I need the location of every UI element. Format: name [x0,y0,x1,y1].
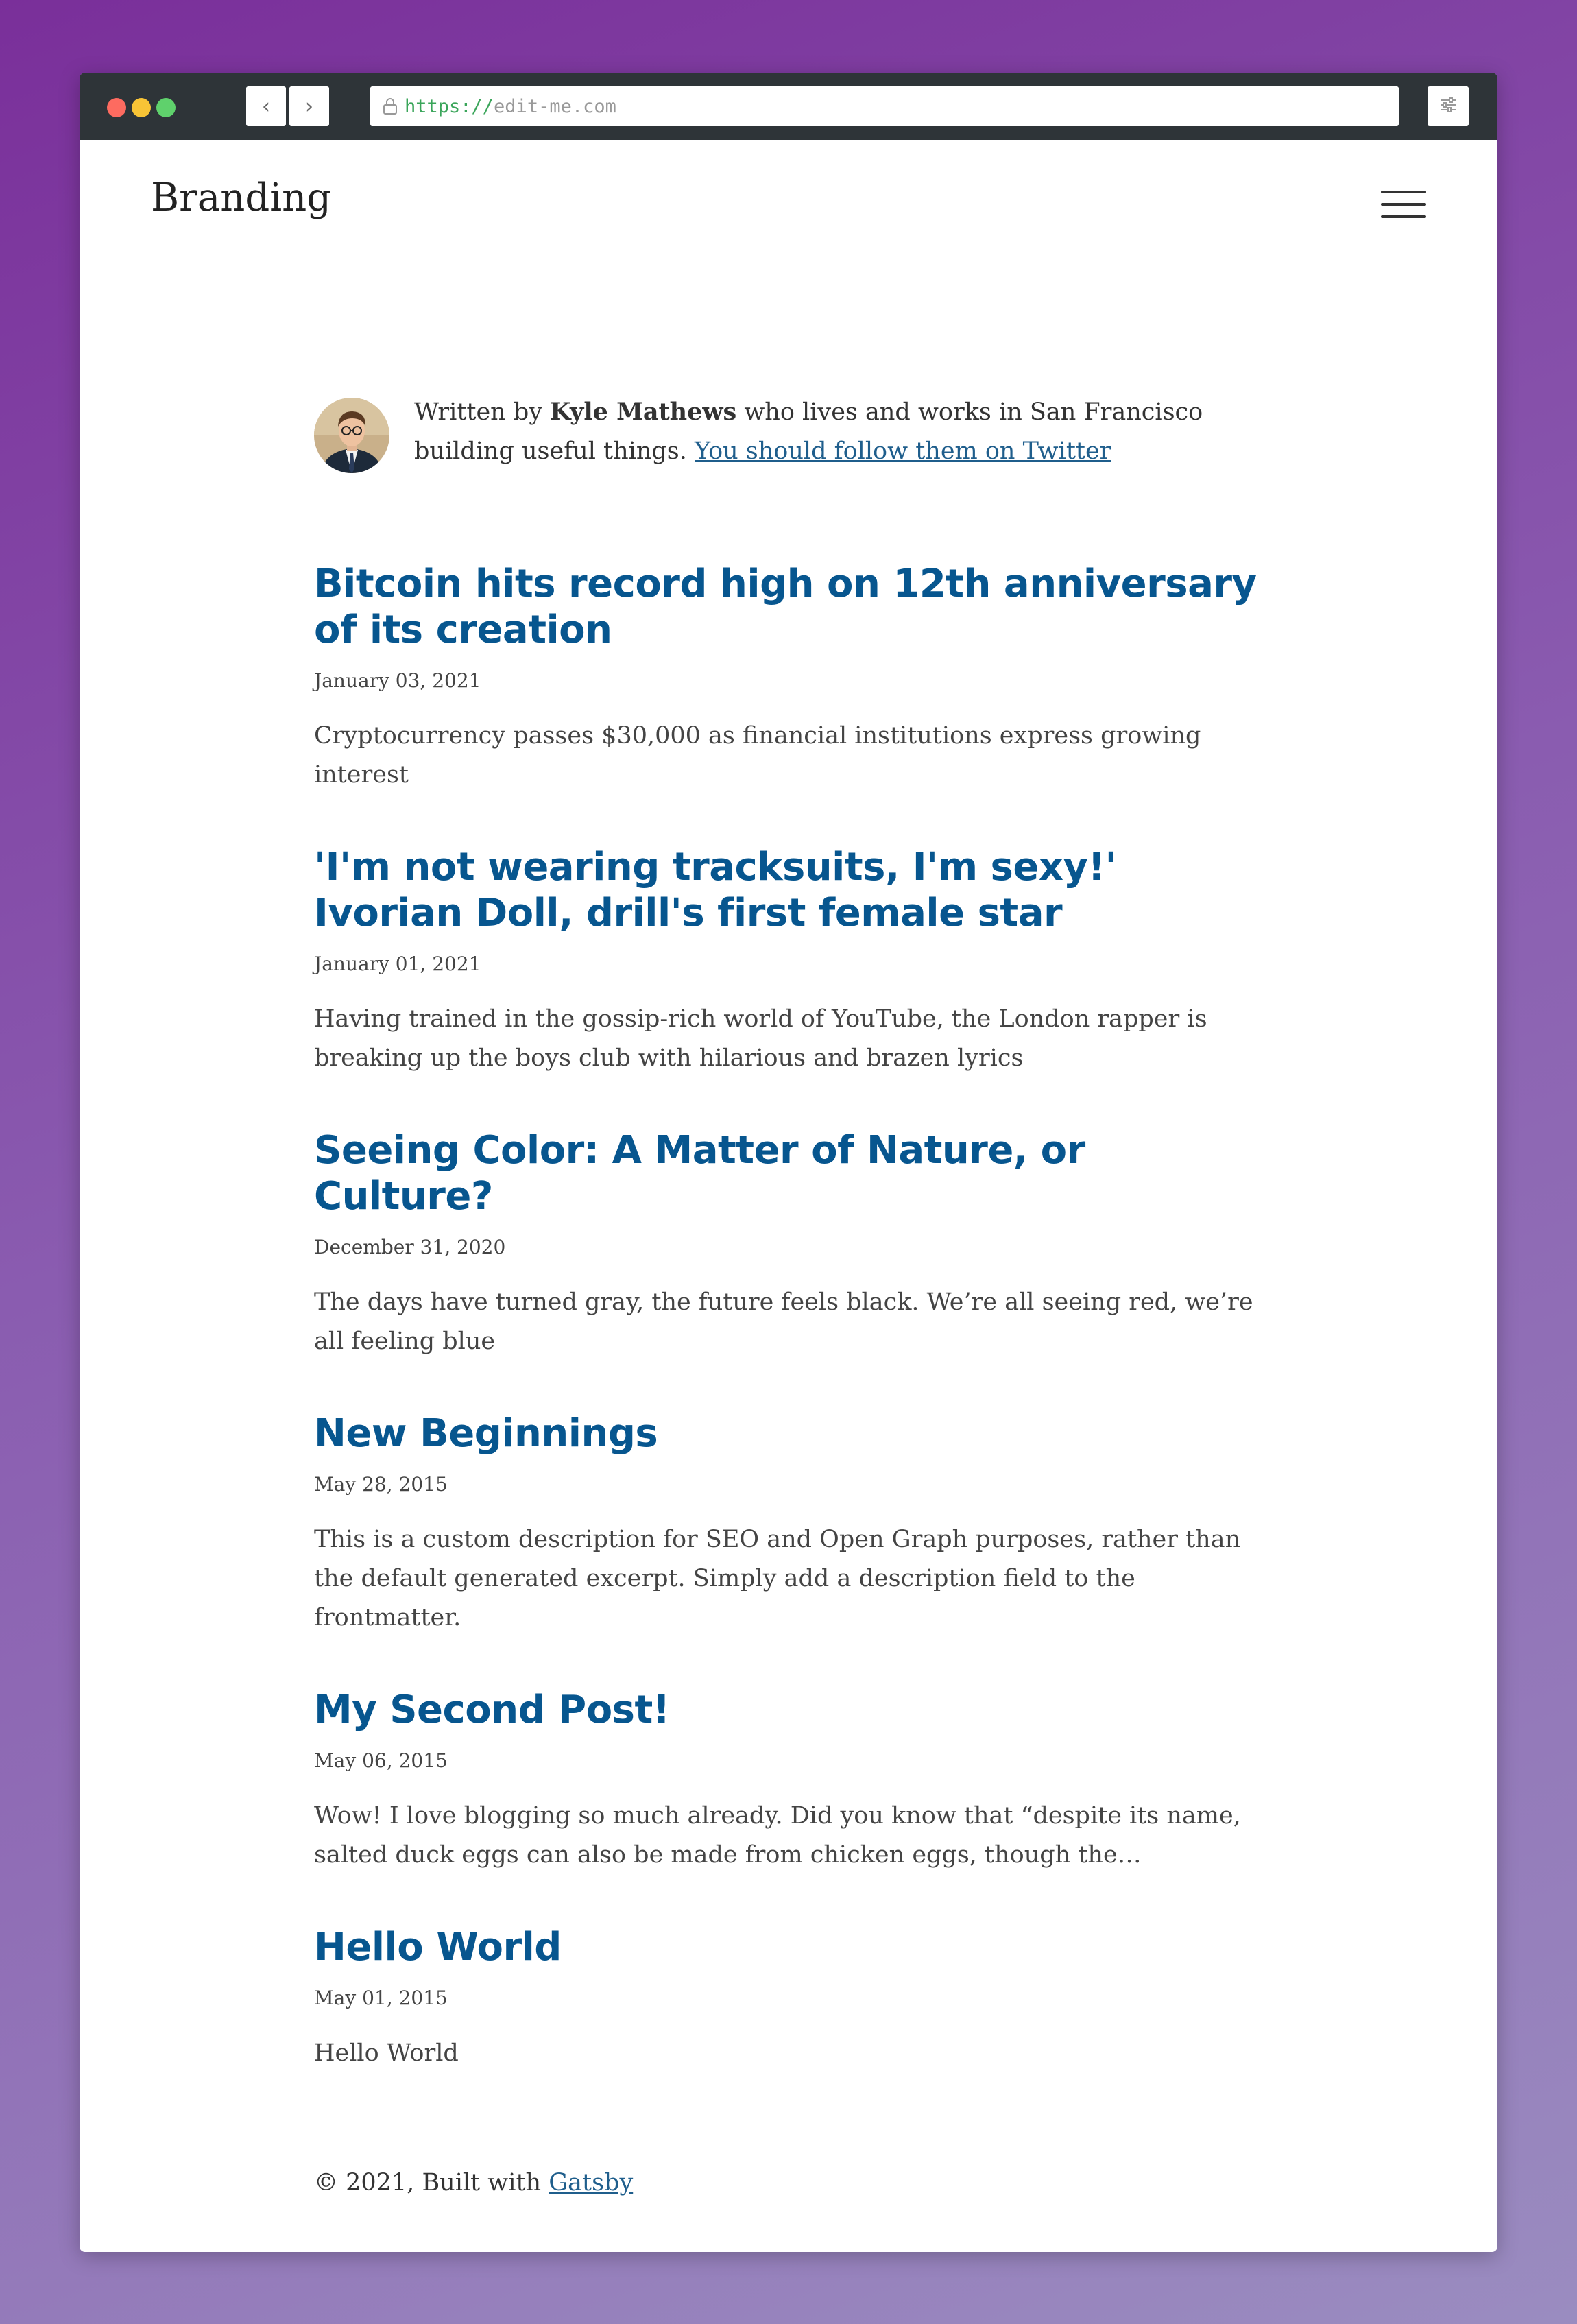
browser-window: ‹ › https://edit-me.com Branding Written… [80,73,1497,2252]
post-description: Having trained in the gossip-rich world … [314,1005,1207,1072]
browser-menu-button[interactable] [1428,86,1469,126]
site-header: Branding [80,140,1497,277]
hamburger-menu-icon[interactable] [1381,191,1426,219]
main-content: Written by Kyle Mathews who lives and wo… [314,392,1274,2196]
close-window-button[interactable] [107,98,126,117]
post-item: Seeing Color: A Matter of Nature, or Cul… [314,1127,1274,1361]
twitter-link[interactable]: You should follow them on Twitter [695,438,1111,465]
post-title-link[interactable]: My Second Post! [314,1687,1274,1733]
post-title-link[interactable]: 'I'm not wearing tracksuits, I'm sexy!' … [314,844,1274,936]
minimize-window-button[interactable] [132,98,151,117]
post-date: May 01, 2015 [314,1987,448,2009]
forward-button[interactable]: › [289,86,329,126]
browser-toolbar: ‹ › https://edit-me.com [80,73,1497,140]
post-title-link[interactable]: New Beginnings [314,1411,1274,1457]
post-description: Hello World [314,2039,459,2067]
post-item: 'I'm not wearing tracksuits, I'm sexy!' … [314,844,1274,1078]
post-date: December 31, 2020 [314,1236,506,1258]
lock-icon [380,96,400,117]
bio-prefix: Written by [414,398,551,426]
post-item: New Beginnings May 28, 2015 This is a cu… [314,1411,1274,1638]
post-item: Bitcoin hits record high on 12th anniver… [314,561,1274,795]
address-bar[interactable]: https://edit-me.com [370,86,1399,126]
settings-sliders-icon [1439,97,1457,116]
post-item: Hello World May 01, 2015 Hello World [314,1924,1274,2073]
post-description: The days have turned gray, the future fe… [314,1289,1253,1355]
chevron-right-icon: › [305,94,313,119]
site-footer: © 2021, Built with Gatsby [314,2169,1274,2196]
url-scheme: https:// [405,95,494,117]
post-description: Cryptocurrency passes $30,000 as financi… [314,722,1201,789]
maximize-window-button[interactable] [156,98,176,117]
post-title-link[interactable]: Seeing Color: A Matter of Nature, or Cul… [314,1127,1274,1219]
post-description: Wow! I love blogging so much already. Di… [314,1802,1241,1869]
post-date: January 01, 2021 [314,953,481,975]
post-date: January 03, 2021 [314,669,481,692]
post-item: My Second Post! May 06, 2015 Wow! I love… [314,1687,1274,1875]
author-avatar [314,398,389,473]
author-bio: Written by Kyle Mathews who lives and wo… [314,392,1274,473]
post-title-link[interactable]: Bitcoin hits record high on 12th anniver… [314,561,1274,653]
chevron-left-icon: ‹ [262,94,270,119]
post-title-link[interactable]: Hello World [314,1924,1274,1970]
post-date: May 06, 2015 [314,1749,448,1772]
footer-text: © 2021, Built with [314,2169,549,2196]
back-button[interactable]: ‹ [246,86,286,126]
author-name: Kyle Mathews [550,398,737,426]
url-host: edit-me.com [494,95,616,117]
site-branding[interactable]: Branding [151,176,331,220]
gatsby-link[interactable]: Gatsby [549,2169,633,2196]
post-list: Bitcoin hits record high on 12th anniver… [314,561,1274,2073]
bio-text: Written by Kyle Mathews who lives and wo… [414,392,1271,471]
post-date: May 28, 2015 [314,1473,448,1496]
post-description: This is a custom description for SEO and… [314,1526,1241,1631]
